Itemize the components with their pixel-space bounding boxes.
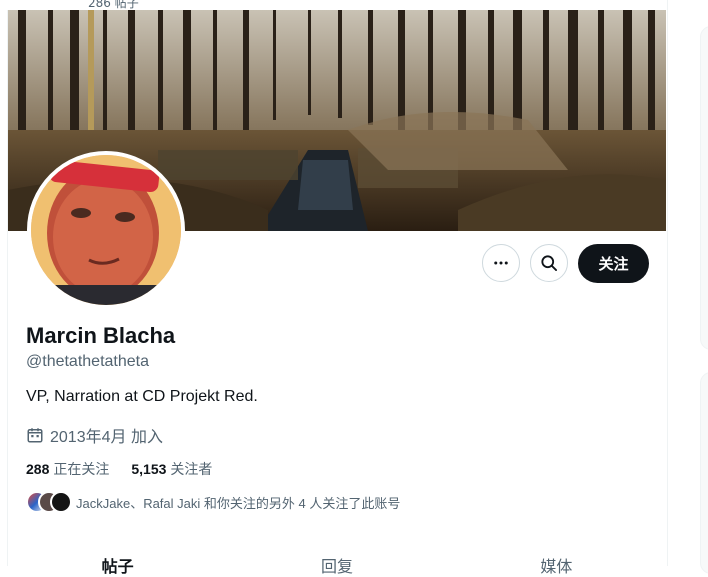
top-strip: 286 帖子 — [0, 0, 666, 10]
followed-by-avatars — [26, 491, 72, 513]
more-horizontal-icon — [494, 261, 508, 265]
following-link[interactable]: 288 正在关注 — [26, 459, 109, 479]
followed-by-text: JackJake、Rafal Jaki 和你关注的另外 4 人关注了此账号 — [76, 495, 401, 511]
following-label: 正在关注 — [53, 461, 110, 477]
tab-replies[interactable]: 回复 — [227, 545, 446, 576]
follow-button[interactable]: 关注 — [578, 244, 649, 283]
more-button[interactable] — [482, 244, 520, 282]
tab-media[interactable]: 媒体 — [447, 545, 666, 576]
profile-handle: @thetathetatheta — [26, 353, 149, 370]
follow-label: 关注 — [598, 255, 629, 273]
tab-posts[interactable]: 帖子 — [8, 545, 227, 576]
follow-stats: 288 正在关注 5,153 关注者 — [26, 459, 212, 479]
mini-avatar — [50, 491, 72, 513]
sidebar-card — [700, 26, 708, 350]
search-icon — [541, 255, 557, 271]
profile-bio: VP, Narration at CD Projekt Red. — [26, 388, 258, 405]
profile-name: Marcin Blacha — [26, 323, 176, 348]
followers-count: 5,153 — [131, 461, 167, 477]
profile-tabs: 帖子 回复 媒体 — [8, 545, 666, 576]
joined-date: 2013年4月 加入 — [26, 423, 163, 447]
avatar[interactable] — [27, 151, 185, 309]
followers-label: 关注者 — [170, 461, 213, 477]
post-count: 286 帖子 — [88, 0, 139, 10]
followed-by[interactable]: JackJake、Rafal Jaki 和你关注的另外 4 人关注了此账号 — [26, 491, 400, 513]
calendar-icon — [27, 428, 43, 443]
following-count: 288 — [26, 461, 50, 477]
joined-text: 2013年4月 加入 — [50, 429, 163, 446]
followers-link[interactable]: 5,153 关注者 — [131, 459, 212, 479]
avatar-image — [31, 155, 181, 305]
search-button[interactable] — [530, 244, 568, 282]
sidebar-card — [700, 372, 708, 574]
